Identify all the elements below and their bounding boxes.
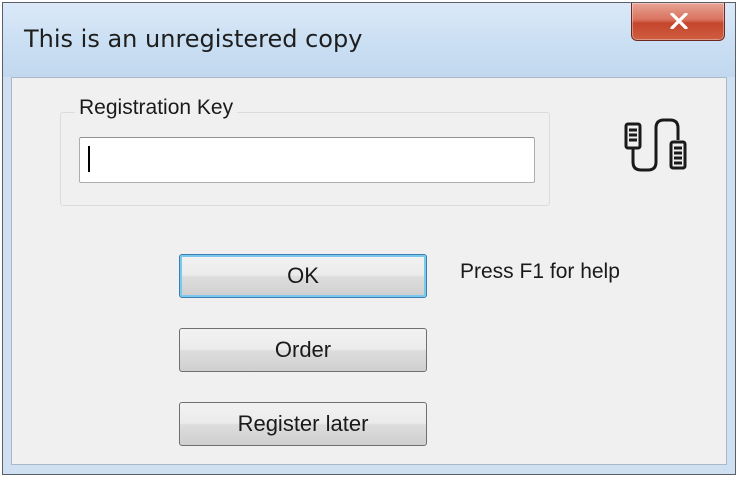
title-bar[interactable]: This is an unregistered copy — [3, 3, 735, 77]
close-x-icon — [670, 13, 688, 29]
registration-key-input[interactable] — [79, 137, 535, 183]
close-button[interactable] — [631, 3, 725, 41]
dialog-body: Registration Key OK Press F1 for help Or… — [11, 77, 727, 465]
order-button[interactable]: Order — [179, 328, 427, 372]
help-hint: Press F1 for help — [460, 260, 620, 283]
ok-button[interactable]: OK — [179, 254, 427, 298]
registration-dialog: This is an unregistered copy Registratio… — [2, 2, 736, 475]
window-title: This is an unregistered copy — [24, 25, 363, 53]
text-caret — [88, 146, 90, 172]
registration-key-label: Registration Key — [75, 96, 238, 120]
registration-key-group: Registration Key — [60, 96, 550, 206]
register-later-button[interactable]: Register later — [179, 402, 427, 446]
cable-connector-icon — [624, 118, 687, 172]
